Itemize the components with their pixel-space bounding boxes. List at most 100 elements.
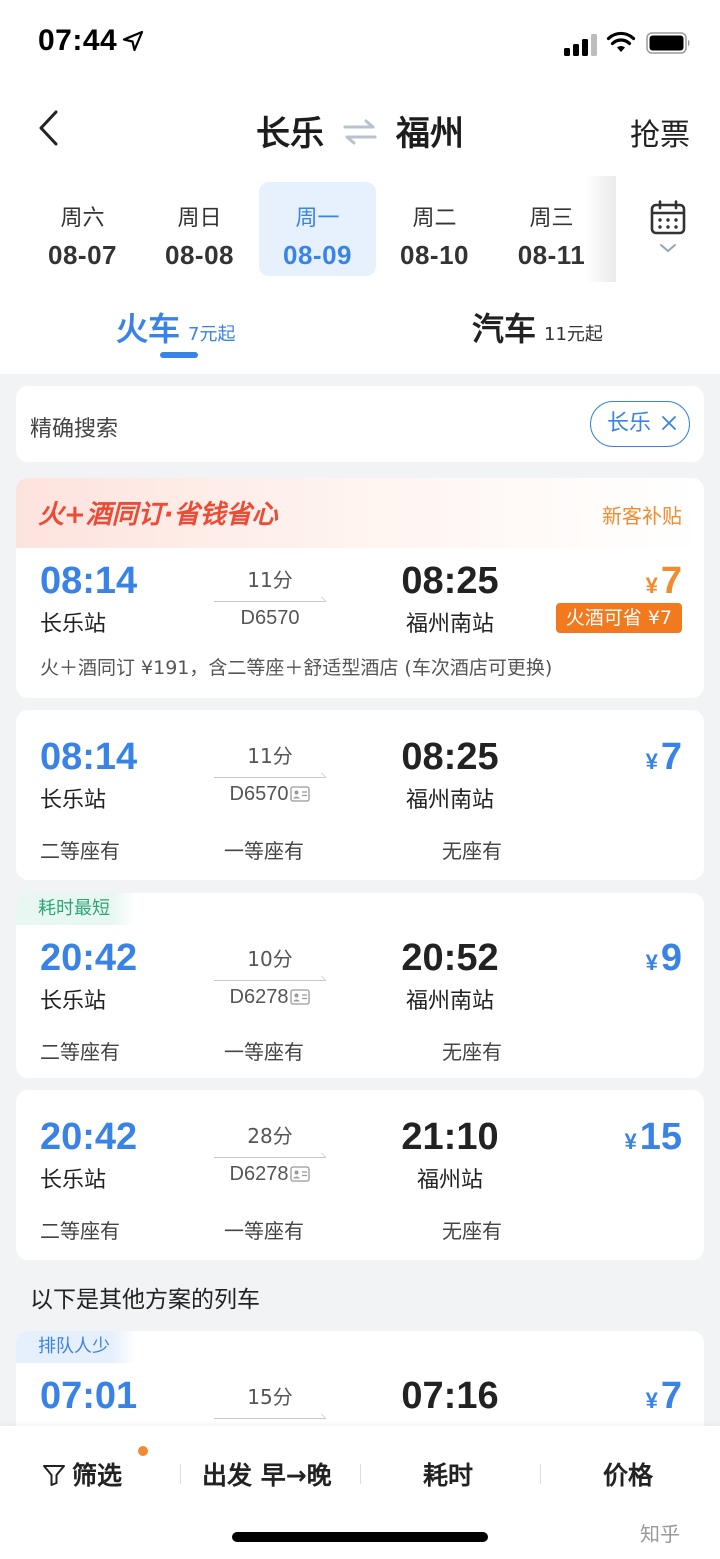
- filter-indicator-dot: [138, 1446, 148, 1456]
- close-icon[interactable]: [661, 415, 677, 431]
- tab-bus-sub: 11元起: [544, 324, 603, 345]
- sort-price-button[interactable]: 价格: [603, 1456, 653, 1492]
- train-number: D6570: [240, 607, 300, 629]
- tab-active-indicator: [160, 352, 198, 358]
- wifi-icon: [606, 31, 636, 52]
- price-value: 7: [660, 1375, 682, 1417]
- price-value: 7: [660, 736, 682, 778]
- depart-station: 长乐站: [40, 788, 107, 813]
- date-tab[interactable]: 周六 08-07: [24, 182, 141, 276]
- train-number-row: D6570: [214, 783, 326, 806]
- grab-ticket-button[interactable]: 抢票: [630, 110, 690, 154]
- few-queue-tag: 排队人少: [16, 1331, 136, 1363]
- currency-symbol: ¥: [645, 1388, 658, 1413]
- funnel-icon: [43, 1465, 65, 1486]
- precise-search-label: 精确搜索: [30, 417, 119, 442]
- currency-symbol: ¥: [645, 950, 658, 975]
- trip-arrow: [214, 1414, 326, 1422]
- date-day: 08-08: [165, 240, 234, 270]
- arrive-station: 福州南站: [405, 612, 494, 637]
- date-weekday: 周二: [412, 206, 457, 231]
- trip-duration: 15分: [247, 1385, 293, 1409]
- currency-symbol: ¥: [645, 573, 658, 598]
- date-day: 08-09: [283, 240, 352, 270]
- from-city[interactable]: 长乐: [256, 114, 324, 154]
- price: ¥9: [646, 937, 682, 980]
- seat-first-class: 一等座有: [224, 1040, 304, 1064]
- date-weekday: 周一: [295, 206, 340, 231]
- fastest-tag: 耗时最短: [16, 893, 136, 925]
- price: ¥7: [646, 560, 682, 603]
- depart-station: 长乐站: [40, 612, 107, 637]
- arrive-station: 福州站: [416, 1168, 483, 1193]
- arrive-time: 08:25: [401, 560, 499, 602]
- arrive-time: 20:52: [401, 937, 499, 979]
- depart-time: 20:42: [40, 1116, 138, 1158]
- sort-departure-button[interactable]: 出发 早→晚: [202, 1456, 332, 1492]
- seat-second-class: 二等座有: [40, 1219, 120, 1243]
- battery-icon: [646, 32, 690, 54]
- arrive-time: 08:25: [401, 736, 499, 778]
- trip-arrow: [214, 1153, 326, 1161]
- depart-time: 07:01: [40, 1375, 138, 1417]
- train-card-promo[interactable]: 火+酒同订·省钱省心 新客补贴 08:14 长乐站 11分 D6570 08:2…: [16, 478, 704, 698]
- date-tab-selected[interactable]: 周一 08-09: [259, 182, 376, 276]
- date-tab[interactable]: 周二 08-10: [376, 182, 493, 276]
- promo-new-user-subsidy[interactable]: 新客补贴: [602, 500, 682, 529]
- arrive-time: 07:16: [401, 1375, 499, 1417]
- separator: [540, 1464, 541, 1484]
- seat-second-class: 二等座有: [40, 1040, 120, 1064]
- chevron-down-icon[interactable]: [659, 242, 677, 254]
- combo-note: 火＋酒同订 ¥191，含二等座＋舒适型酒店 (车次酒店可更换): [40, 657, 553, 679]
- trip-middle: 28分 D6278: [214, 1120, 326, 1186]
- promo-title: 火+酒同订·省钱省心: [38, 500, 278, 530]
- date-strip-fade: [586, 176, 616, 282]
- tab-train[interactable]: 火车 7元起: [116, 304, 235, 350]
- id-card-icon: [290, 1166, 311, 1182]
- precise-search-bar[interactable]: 精确搜索 长乐: [16, 386, 704, 462]
- seat-second-class: 二等座有: [40, 839, 120, 863]
- seat-first-class: 一等座有: [224, 1219, 304, 1243]
- train-card[interactable]: 20:42 长乐站 28分 D6278 21:10 福州站 ¥15 二等座有 一…: [16, 1090, 704, 1260]
- trip-arrow: [214, 773, 326, 781]
- trip-duration: 11分: [247, 568, 293, 592]
- home-indicator[interactable]: [232, 1532, 488, 1542]
- trip-middle: 15分: [214, 1381, 326, 1422]
- train-number: D6278: [229, 1163, 289, 1185]
- savings-badge: 火酒可省 ¥7: [555, 603, 682, 633]
- trip-middle: 11分 D6570: [214, 564, 326, 630]
- trip-middle: 10分 D6278: [214, 943, 326, 1009]
- separator: [360, 1464, 361, 1484]
- date-strip: 周六 08-07 周日 08-08 周一 08-09 周二 08-10 周三 0…: [24, 182, 616, 276]
- id-card-icon: [290, 989, 311, 1005]
- price: ¥7: [646, 1375, 682, 1418]
- tab-bus-label: 汽车: [472, 310, 537, 348]
- id-card-icon: [290, 786, 311, 802]
- depart-station: 长乐站: [40, 989, 107, 1014]
- trip-arrow: [214, 597, 326, 605]
- currency-symbol: ¥: [624, 1129, 637, 1154]
- swap-icon[interactable]: [342, 118, 378, 146]
- trip-arrow: [214, 976, 326, 984]
- zhihu-watermark: 知乎: [640, 1522, 680, 1546]
- depart-time: 08:14: [40, 560, 138, 602]
- tab-bus[interactable]: 汽车 11元起: [472, 304, 603, 350]
- train-number-row: D6278: [214, 986, 326, 1009]
- trip-duration: 28分: [247, 1124, 293, 1148]
- other-options-heading: 以下是其他方案的列车: [30, 1287, 260, 1313]
- train-card[interactable]: 耗时最短 20:42 长乐站 10分 D6278 20:52 福州南站 ¥9 二…: [16, 893, 704, 1078]
- calendar-icon[interactable]: [650, 200, 686, 236]
- status-time: 07:44: [38, 24, 118, 57]
- to-city[interactable]: 福州: [396, 114, 464, 154]
- price: ¥7: [646, 736, 682, 779]
- train-number: D6570: [229, 783, 289, 805]
- seat-standing: 无座有: [442, 839, 502, 863]
- station-filter-chip[interactable]: 长乐: [589, 401, 690, 447]
- arrive-station: 福州南站: [405, 989, 494, 1014]
- date-tab[interactable]: 周日 08-08: [141, 182, 258, 276]
- filter-button[interactable]: 筛选: [42, 1456, 122, 1492]
- trip-duration: 11分: [247, 744, 293, 768]
- train-card[interactable]: 08:14 长乐站 11分 D6570 08:25 福州南站 ¥7 二等座有 一…: [16, 710, 704, 880]
- sort-duration-button[interactable]: 耗时: [423, 1456, 473, 1492]
- seat-first-class: 一等座有: [224, 839, 304, 863]
